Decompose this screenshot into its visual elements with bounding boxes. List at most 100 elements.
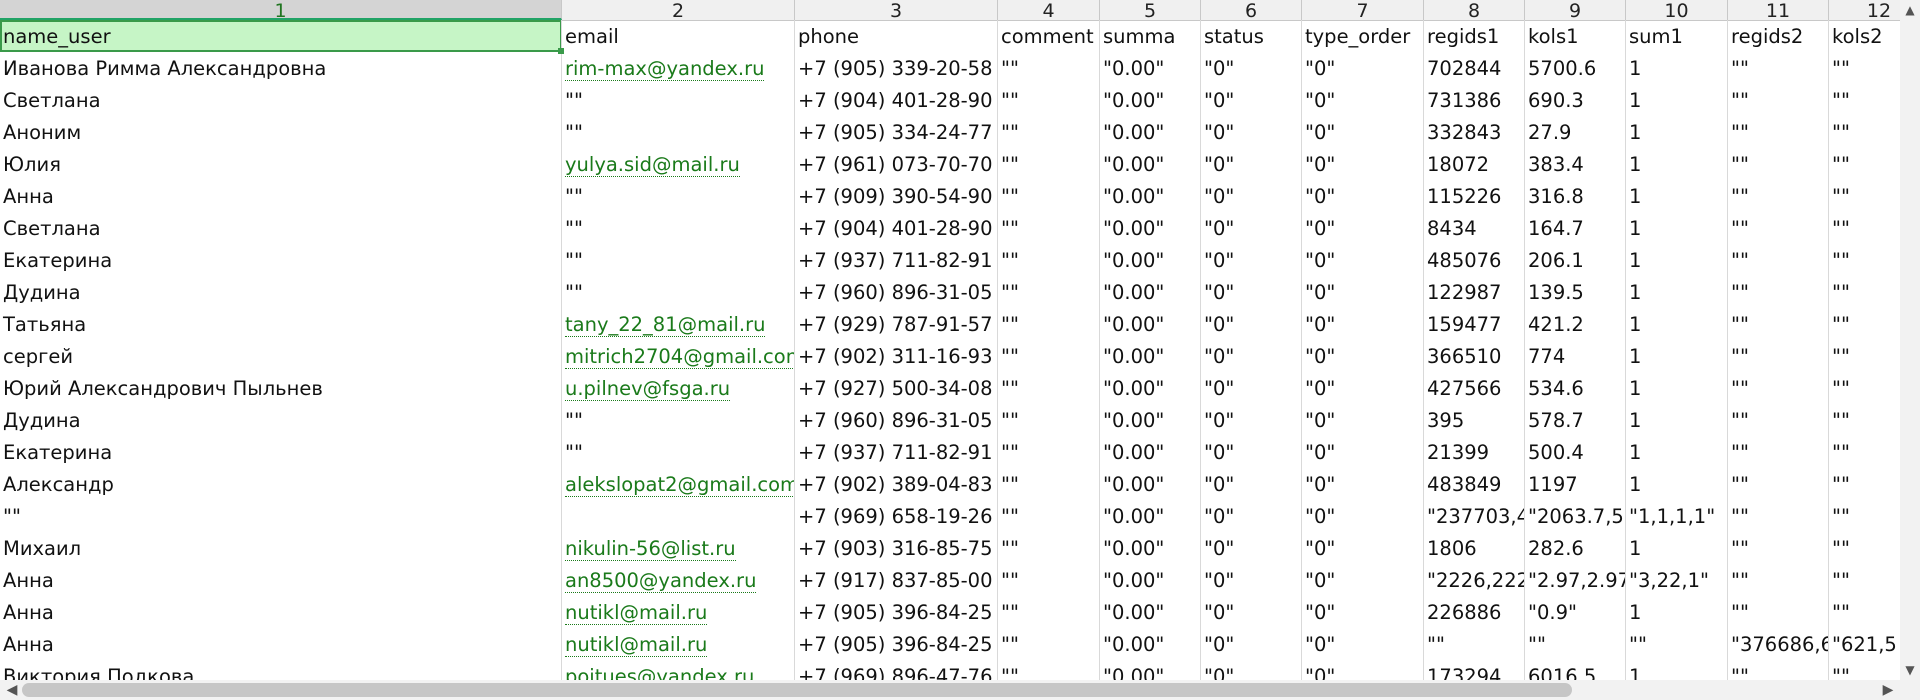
cell-phone[interactable]: +7 (905) 334-24-77 xyxy=(795,116,998,148)
cell-type-order[interactable]: "0" xyxy=(1302,436,1424,468)
table-row[interactable]: Светлана "" +7 (904) 401-28-90 "" "0.00" "0" "… xyxy=(0,84,1920,116)
cell-email[interactable] xyxy=(562,500,795,532)
cell-comment[interactable]: "" xyxy=(998,436,1100,468)
cell-sum1[interactable]: 1 xyxy=(1626,372,1728,404)
cell-regids1[interactable]: 173294 xyxy=(1424,660,1525,680)
cell-phone[interactable]: +7 (927) 500-34-08 xyxy=(795,372,998,404)
cell-phone[interactable]: +7 (960) 896-31-05 xyxy=(795,404,998,436)
cell-sum1[interactable]: 1 xyxy=(1626,276,1728,308)
horizontal-scroll-thumb[interactable] xyxy=(22,683,1572,697)
column-number-10[interactable]: 10 xyxy=(1626,0,1728,20)
table-row[interactable]: Анна nutikl@mail.ru +7 (905) 396-84-25 "" "0… xyxy=(0,628,1920,660)
cell-kols1[interactable]: 578.7 xyxy=(1525,404,1626,436)
table-row[interactable]: Анна nutikl@mail.ru +7 (905) 396-84-25 "" "0… xyxy=(0,596,1920,628)
cell-email[interactable]: "" xyxy=(562,180,795,212)
cell-summa[interactable]: "0.00" xyxy=(1100,404,1201,436)
cell-status[interactable]: "0" xyxy=(1201,84,1302,116)
cell-sum1[interactable]: 1 xyxy=(1626,180,1728,212)
column-number-7[interactable]: 7 xyxy=(1302,0,1424,20)
cell-regids1[interactable]: 731386 xyxy=(1424,84,1525,116)
cell-summa[interactable]: "0.00" xyxy=(1100,276,1201,308)
cell-summa[interactable]: "0.00" xyxy=(1100,468,1201,500)
cell-summa[interactable]: "0.00" xyxy=(1100,660,1201,680)
cell-kols1[interactable]: 316.8 xyxy=(1525,180,1626,212)
header-cell-email[interactable]: email xyxy=(562,20,795,52)
cell-regids1[interactable]: 122987 xyxy=(1424,276,1525,308)
cell-status[interactable]: "0" xyxy=(1201,436,1302,468)
column-number-9[interactable]: 9 xyxy=(1525,0,1626,20)
cell-status[interactable]: "0" xyxy=(1201,404,1302,436)
cell-comment[interactable]: "" xyxy=(998,244,1100,276)
cell-summa[interactable]: "0.00" xyxy=(1100,372,1201,404)
cell-regids1[interactable]: 485076 xyxy=(1424,244,1525,276)
cell-kols1[interactable]: 139.5 xyxy=(1525,276,1626,308)
email-link[interactable]: rim-max@yandex.ru xyxy=(565,58,765,81)
horizontal-scrollbar[interactable]: ◀ ▶ xyxy=(0,680,1920,700)
cell-name-user[interactable]: Анна xyxy=(0,564,562,596)
cell-name-user[interactable]: сергей xyxy=(0,340,562,372)
cell-comment[interactable]: "" xyxy=(998,500,1100,532)
cell-email[interactable]: "" xyxy=(562,212,795,244)
cell-summa[interactable]: "0.00" xyxy=(1100,532,1201,564)
cell-comment[interactable]: "" xyxy=(998,660,1100,680)
cell-email[interactable]: an8500@yandex.ru xyxy=(562,564,795,596)
cell-comment[interactable]: "" xyxy=(998,404,1100,436)
cell-sum1[interactable]: 1 xyxy=(1626,308,1728,340)
cell-email[interactable]: nutikl@mail.ru xyxy=(562,596,795,628)
cell-phone[interactable]: +7 (902) 311-16-93 xyxy=(795,340,998,372)
header-cell-summa[interactable]: summa xyxy=(1100,20,1201,52)
cell-summa[interactable]: "0.00" xyxy=(1100,244,1201,276)
cell-comment[interactable]: "" xyxy=(998,468,1100,500)
cell-phone[interactable]: +7 (929) 787-91-57 xyxy=(795,308,998,340)
cell-kols1[interactable]: 383.4 xyxy=(1525,148,1626,180)
cell-comment[interactable]: "" xyxy=(998,116,1100,148)
cell-regids2[interactable]: "" xyxy=(1728,244,1829,276)
cell-regids1[interactable]: 395 xyxy=(1424,404,1525,436)
cell-type-order[interactable]: "0" xyxy=(1302,276,1424,308)
cell-phone[interactable]: +7 (904) 401-28-90 xyxy=(795,212,998,244)
table-row[interactable]: Иванова Римма Александровна rim-max@yande… xyxy=(0,52,1920,84)
header-cell-type-order[interactable]: type_order xyxy=(1302,20,1424,52)
cell-regids1[interactable]: 18072 xyxy=(1424,148,1525,180)
cell-kols1[interactable]: "" xyxy=(1525,628,1626,660)
cell-sum1[interactable]: 1 xyxy=(1626,468,1728,500)
cell-type-order[interactable]: "0" xyxy=(1302,596,1424,628)
cell-type-order[interactable]: "0" xyxy=(1302,180,1424,212)
cell-name-user[interactable]: Светлана xyxy=(0,84,562,116)
table-row[interactable]: Екатерина "" +7 (937) 711-82-91 "" "0.00" "0"… xyxy=(0,436,1920,468)
column-number-3[interactable]: 3 xyxy=(795,0,998,20)
cell-kols1[interactable]: 500.4 xyxy=(1525,436,1626,468)
cell-kols1[interactable]: "0.9" xyxy=(1525,596,1626,628)
cell-summa[interactable]: "0.00" xyxy=(1100,308,1201,340)
cell-type-order[interactable]: "0" xyxy=(1302,340,1424,372)
header-row[interactable]: name_user email phone comment summa status typ… xyxy=(0,20,1920,52)
cell-regids2[interactable]: "" xyxy=(1728,596,1829,628)
header-cell-name-user[interactable]: name_user xyxy=(0,20,562,52)
cell-regids2[interactable]: "" xyxy=(1728,500,1829,532)
cell-status[interactable]: "0" xyxy=(1201,564,1302,596)
cell-sum1[interactable]: 1 xyxy=(1626,596,1728,628)
cell-status[interactable]: "0" xyxy=(1201,596,1302,628)
cell-type-order[interactable]: "0" xyxy=(1302,116,1424,148)
email-link[interactable]: tany_22_81@mail.ru xyxy=(565,314,766,337)
cell-phone[interactable]: +7 (909) 390-54-90 xyxy=(795,180,998,212)
cell-email[interactable]: rim-max@yandex.ru xyxy=(562,52,795,84)
cell-type-order[interactable]: "0" xyxy=(1302,372,1424,404)
cell-kols1[interactable]: 27.9 xyxy=(1525,116,1626,148)
cell-type-order[interactable]: "0" xyxy=(1302,532,1424,564)
cell-type-order[interactable]: "0" xyxy=(1302,628,1424,660)
cell-comment[interactable]: "" xyxy=(998,148,1100,180)
cell-regids1[interactable]: "237703,4 xyxy=(1424,500,1525,532)
cell-comment[interactable]: "" xyxy=(998,84,1100,116)
column-number-1[interactable]: 1 xyxy=(0,0,562,20)
cell-status[interactable]: "0" xyxy=(1201,212,1302,244)
cell-regids1[interactable]: 366510 xyxy=(1424,340,1525,372)
cell-regids1[interactable]: 483849 xyxy=(1424,468,1525,500)
cell-sum1[interactable]: 1 xyxy=(1626,340,1728,372)
email-link[interactable]: poitues@yandex.ru xyxy=(565,666,754,681)
cell-regids1[interactable]: "" xyxy=(1424,628,1525,660)
cell-type-order[interactable]: "0" xyxy=(1302,212,1424,244)
email-link[interactable]: nutikl@mail.ru xyxy=(565,602,708,625)
cell-name-user[interactable]: Юлия xyxy=(0,148,562,180)
table-row[interactable]: Юрий Александрович Пыльнев u.pilnev@fsga.… xyxy=(0,372,1920,404)
